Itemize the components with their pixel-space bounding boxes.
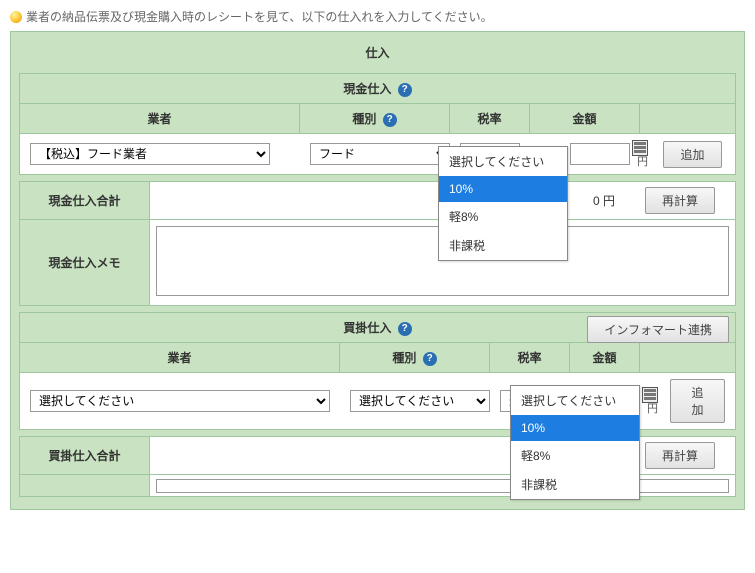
help-icon[interactable]: ? bbox=[383, 113, 397, 127]
col-amount: 金額 bbox=[570, 343, 640, 372]
col-type: 種別 ? bbox=[300, 104, 450, 133]
lightbulb-icon bbox=[10, 11, 22, 23]
cash-memo-label: 現金仕入メモ bbox=[20, 220, 150, 305]
col-supplier: 業者 bbox=[20, 343, 340, 372]
col-spacer bbox=[640, 343, 735, 372]
infomart-link-button[interactable]: インフォマート連携 bbox=[587, 316, 729, 343]
yen-label: 円 bbox=[647, 403, 658, 415]
help-icon[interactable]: ? bbox=[398, 322, 412, 336]
cash-purchase-block: 現金仕入 ? 業者 種別 ? 税率 金額 【税込】フード業者 フード bbox=[19, 73, 736, 175]
cash-total-label: 現金仕入合計 bbox=[20, 182, 150, 219]
dropdown-option-exempt[interactable]: 非課税 bbox=[511, 470, 639, 499]
dropdown-option-8[interactable]: 軽8% bbox=[511, 441, 639, 470]
calculator-icon[interactable] bbox=[642, 387, 658, 403]
col-amount: 金額 bbox=[530, 104, 640, 133]
dropdown-option-10[interactable]: 10% bbox=[439, 176, 567, 202]
supplier-select[interactable]: 選択してください bbox=[30, 390, 330, 412]
col-tax: 税率 bbox=[490, 343, 570, 372]
credit-memo-label bbox=[20, 475, 150, 496]
col-type: 種別 ? bbox=[340, 343, 490, 372]
purchase-panel: 仕入 現金仕入 ? 業者 種別 ? 税率 金額 【税込】フード業者 bbox=[10, 31, 745, 510]
type-select[interactable]: フード bbox=[310, 143, 450, 165]
dropdown-option-10[interactable]: 10% bbox=[511, 415, 639, 441]
dropdown-option-placeholder[interactable]: 選択してください bbox=[511, 386, 639, 415]
dropdown-option-8[interactable]: 軽8% bbox=[439, 202, 567, 231]
dropdown-option-exempt[interactable]: 非課税 bbox=[439, 231, 567, 260]
credit-column-headers: 業者 種別 ? 税率 金額 bbox=[20, 343, 735, 373]
help-icon[interactable]: ? bbox=[423, 352, 437, 366]
credit-header-label: 買掛仕入 bbox=[343, 321, 391, 335]
tax-dropdown[interactable]: 選択してください 10% 軽8% 非課税 bbox=[510, 385, 640, 500]
add-button[interactable]: 追加 bbox=[670, 379, 725, 423]
col-supplier: 業者 bbox=[20, 104, 300, 133]
cash-total-row: 現金仕入合計 0 円 再計算 bbox=[20, 182, 735, 219]
col-spacer bbox=[640, 104, 735, 133]
help-icon[interactable]: ? bbox=[398, 83, 412, 97]
credit-memo-textarea[interactable] bbox=[156, 479, 729, 493]
cash-header-label: 現金仕入 bbox=[343, 82, 391, 96]
yen-label: 円 bbox=[637, 156, 648, 168]
page-hint: 業者の納品伝票及び現金購入時のレシートを見て、以下の仕入れを入力してください。 bbox=[10, 8, 745, 25]
amount-input[interactable] bbox=[570, 143, 630, 165]
calculator-icon[interactable] bbox=[632, 140, 648, 156]
add-button[interactable]: 追加 bbox=[663, 141, 721, 168]
tax-dropdown[interactable]: 選択してください 10% 軽8% 非課税 bbox=[438, 146, 568, 261]
dropdown-option-placeholder[interactable]: 選択してください bbox=[439, 147, 567, 176]
credit-purchase-block: 買掛仕入 ? インフォマート連携 業者 種別 ? 税率 金額 選択してください bbox=[19, 312, 736, 430]
panel-title: 仕入 bbox=[17, 38, 738, 67]
credit-header: 買掛仕入 ? インフォマート連携 bbox=[20, 313, 735, 343]
hint-text: 業者の納品伝票及び現金購入時のレシートを見て、以下の仕入れを入力してください。 bbox=[26, 8, 493, 25]
credit-total-label: 買掛仕入合計 bbox=[20, 437, 150, 474]
cash-column-headers: 業者 種別 ? 税率 金額 bbox=[20, 104, 735, 134]
recalc-button[interactable]: 再計算 bbox=[645, 187, 715, 214]
supplier-select[interactable]: 【税込】フード業者 bbox=[30, 143, 270, 165]
cash-memo-row: 現金仕入メモ bbox=[20, 219, 735, 305]
cash-header: 現金仕入 ? bbox=[20, 74, 735, 104]
type-select[interactable]: 選択してください bbox=[350, 390, 490, 412]
recalc-button[interactable]: 再計算 bbox=[645, 442, 715, 469]
cash-input-row: 【税込】フード業者 フード 選択し 円 追加 bbox=[20, 134, 735, 174]
cash-summary-block: 現金仕入合計 0 円 再計算 現金仕入メモ bbox=[19, 181, 736, 306]
col-tax: 税率 bbox=[450, 104, 530, 133]
